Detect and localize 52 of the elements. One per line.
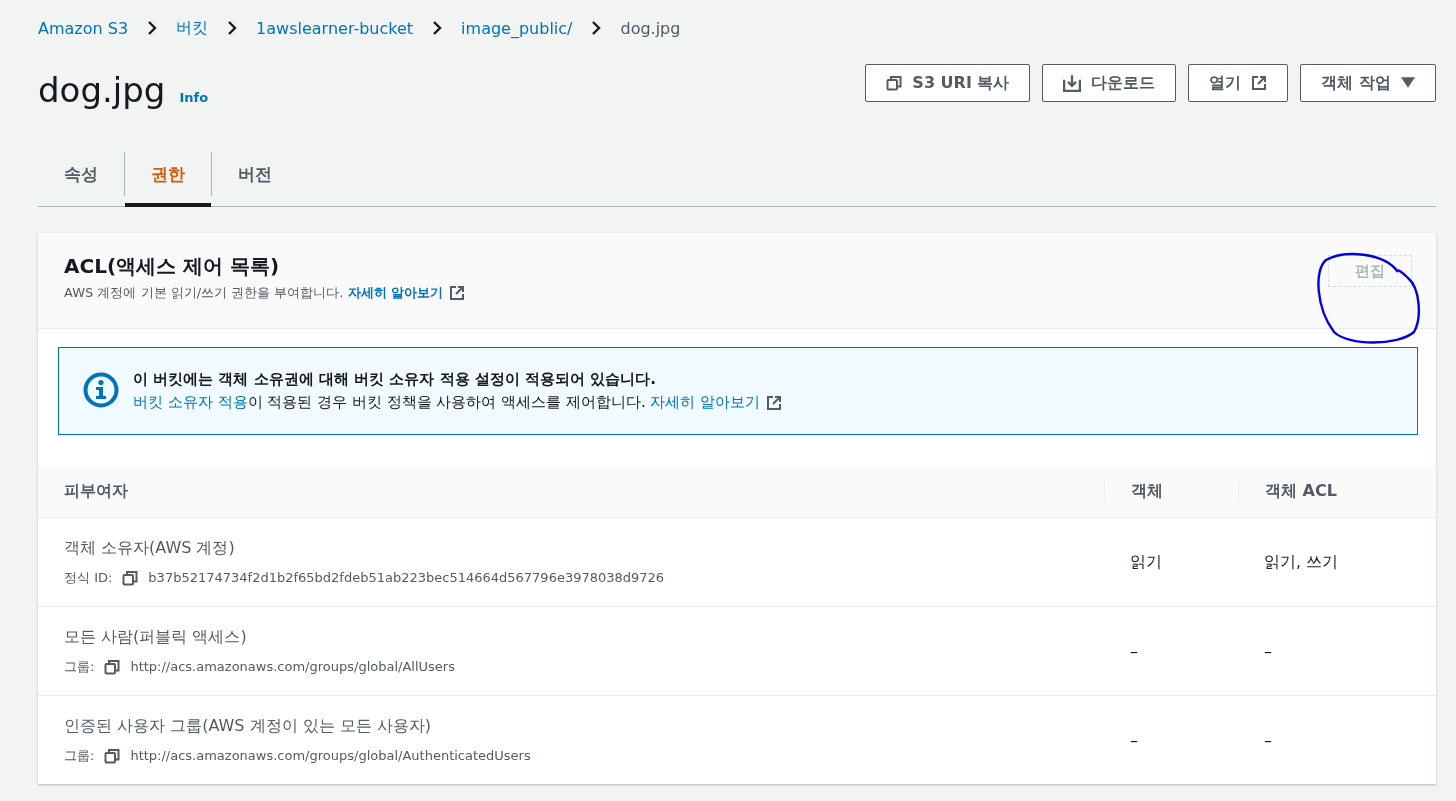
column-header: 객체 — [1104, 480, 1212, 502]
info-link[interactable]: Info — [179, 90, 209, 105]
id-label: 정식 ID: — [64, 568, 113, 587]
breadcrumb-link[interactable]: Amazon S3 — [38, 18, 129, 38]
action-button[interactable]: 열기 — [1188, 64, 1289, 102]
page-title: dog.jpg — [38, 70, 166, 110]
external-link-icon — [1251, 75, 1268, 91]
action-button[interactable]: S3 URI 복사 — [865, 64, 1031, 102]
chevron-right-icon — [146, 20, 159, 36]
table-cell: 읽기, 쓰기 — [1264, 551, 1339, 571]
grantee-name: 인증된 사용자 그룹(AWS 계정이 있는 모든 사용자) — [64, 715, 433, 737]
chevron-right-icon — [431, 20, 444, 36]
column-header: 객체 ACL — [1238, 480, 1410, 502]
table-cell: – — [1264, 641, 1272, 661]
bucket-owner-enforced-link[interactable]: 버킷 소유자 적용 — [133, 393, 248, 411]
info-icon — [83, 372, 119, 408]
id-value: b37b52174734f2d1b2f65bd2fdeb51ab223bec514664d567796e3978038d9726 — [148, 570, 665, 585]
chevron-right-icon — [226, 20, 239, 36]
table-cell: – — [1130, 641, 1138, 661]
id-label: 그룹: — [64, 746, 95, 765]
table-cell: – — [1264, 730, 1272, 750]
copy-icon[interactable] — [886, 75, 903, 91]
column-header: 피부여자 — [64, 480, 129, 502]
copy-icon[interactable] — [104, 658, 121, 675]
download-icon — [1063, 74, 1082, 92]
breadcrumb-link[interactable]: image_public/ — [461, 18, 573, 38]
learn-more-link[interactable]: 자세히 알아보기 — [650, 393, 761, 411]
tab[interactable]: 버전 — [212, 146, 298, 207]
external-link-icon — [449, 285, 466, 301]
copy-icon[interactable] — [104, 747, 121, 764]
table-cell: – — [1130, 730, 1138, 750]
id-value: http://acs.amazonaws.com/groups/global/AuthenticatedUsers — [130, 748, 531, 763]
chevron-right-icon — [590, 20, 603, 36]
alert-description: 버킷 소유자 적용이 적용된 경우 버킷 정책을 사용하여 액세스를 제어합니다. 자세히 알아보기 — [133, 393, 761, 412]
copy-icon[interactable] — [122, 569, 139, 586]
breadcrumb-link[interactable]: 버킷 — [176, 17, 209, 39]
section-description: AWS 계정에 기본 읽기/쓰기 권한을 부여합니다. 자세히 알아보기 — [64, 284, 444, 302]
grantee-name: 객체 소유자(AWS 계정) — [64, 537, 236, 559]
action-button[interactable]: 객체 작업 — [1300, 64, 1436, 102]
table-cell: 읽기 — [1130, 551, 1162, 571]
action-button[interactable]: 다운로드 — [1042, 64, 1177, 102]
id-label: 그룹: — [64, 657, 95, 676]
breadcrumb-link[interactable]: 1awslearner-bucket — [256, 18, 414, 38]
caret-icon — [1401, 77, 1415, 89]
grantee-name: 모든 사람(퍼블릭 액세스) — [64, 626, 248, 648]
alert-title: 이 버킷에는 객체 소유권에 대해 버킷 소유자 적용 설정이 적용되어 있습니다. — [133, 370, 657, 389]
tab[interactable]: 속성 — [38, 146, 124, 207]
section-title: ACL(액세스 제어 목록) — [64, 253, 281, 280]
id-value: http://acs.amazonaws.com/groups/global/AllUsers — [130, 659, 455, 674]
current-page-name: dog.jpg — [620, 18, 681, 38]
external-link-icon — [766, 394, 783, 411]
learn-more-link[interactable]: 자세히 알아보기 — [347, 285, 444, 300]
